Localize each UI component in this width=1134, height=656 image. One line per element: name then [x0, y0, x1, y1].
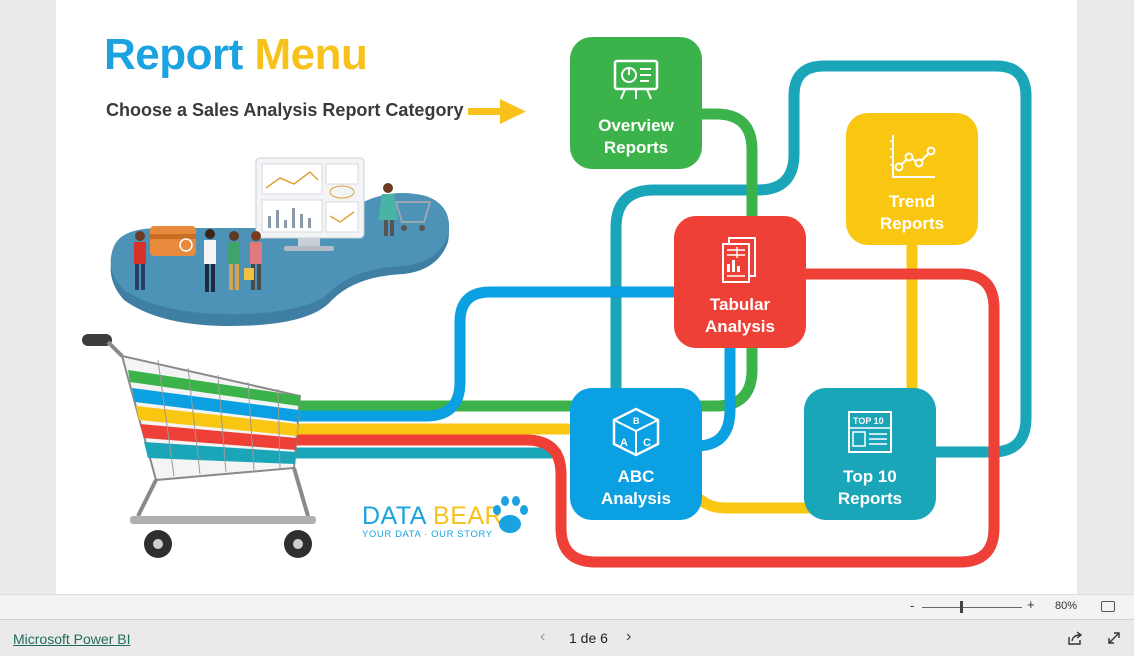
svg-text:A: A: [620, 437, 628, 449]
fullscreen-icon[interactable]: [1106, 630, 1122, 646]
shopping-cart-illustration: [82, 334, 316, 558]
previous-page-button[interactable]: ‹: [540, 628, 545, 646]
page-title: Report Menu: [104, 30, 368, 80]
paw-icon: [493, 496, 528, 533]
fit-to-page-icon[interactable]: [1101, 601, 1115, 612]
top10-label-line2: Reports: [837, 489, 903, 508]
top10-label-line1: Top 10: [843, 467, 897, 486]
data-bear-logo: DATA BEAR YOUR DATA · OUR STORY: [362, 502, 503, 540]
zoom-slider-track[interactable]: [922, 607, 1022, 608]
trend-label-line2: Reports: [879, 214, 945, 233]
top10-reports-tile[interactable]: TOP 10 Top 10 Reports: [804, 388, 936, 520]
abc-label-line1: ABC: [617, 467, 655, 486]
zoom-in-button[interactable]: +: [1027, 597, 1035, 612]
zoom-out-button[interactable]: -: [910, 598, 914, 613]
overview-label-line1: Overview: [598, 116, 674, 135]
trend-reports-tile[interactable]: Trend Reports: [846, 113, 978, 245]
zoom-slider-thumb[interactable]: [960, 601, 963, 613]
abc-analysis-tile[interactable]: B A C ABC Analysis: [570, 388, 702, 520]
overview-reports-tile[interactable]: Overview Reports: [570, 37, 702, 169]
presentation-board-icon: [613, 59, 659, 100]
top10-board-icon: TOP 10: [848, 411, 892, 453]
tabular-label-line1: Tabular: [709, 295, 771, 314]
brand-name-data: DATA: [362, 502, 434, 530]
brand-tagline: YOUR DATA · OUR STORY: [362, 529, 493, 540]
page-indicator: 1 de 6: [569, 630, 608, 646]
zoom-bar: - + 80%: [0, 594, 1134, 619]
top10-icon-text: TOP 10: [853, 416, 884, 426]
svg-text:C: C: [643, 437, 651, 449]
svg-text:B: B: [633, 416, 640, 426]
title-word-menu: Menu: [254, 30, 368, 79]
trend-label-line1: Trend: [888, 192, 936, 211]
report-document-icon: [722, 237, 756, 283]
share-icon[interactable]: [1067, 630, 1083, 646]
overview-label-line2: Reports: [603, 138, 669, 157]
next-page-button[interactable]: ›: [626, 628, 631, 646]
arrow-right-icon: [468, 99, 526, 124]
tabular-label-line2: Analysis: [705, 317, 775, 336]
abc-label-line2: Analysis: [601, 489, 671, 508]
shoppers-platform-illustration: [110, 157, 450, 326]
abc-cube-icon: B A C: [612, 407, 660, 457]
report-canvas: Report Menu Choose a Sales Analysis Repo…: [56, 0, 1077, 594]
powerbi-link[interactable]: Microsoft Power BI: [13, 631, 130, 647]
zoom-level: 80%: [1055, 600, 1078, 612]
title-word-report: Report: [104, 30, 243, 79]
footer-bar: Microsoft Power BI ‹ 1 de 6 ›: [0, 619, 1134, 656]
page-subtitle: Choose a Sales Analysis Report Category: [106, 100, 464, 120]
line-chart-icon: [890, 135, 936, 178]
tabular-analysis-tile[interactable]: Tabular Analysis: [674, 216, 806, 348]
